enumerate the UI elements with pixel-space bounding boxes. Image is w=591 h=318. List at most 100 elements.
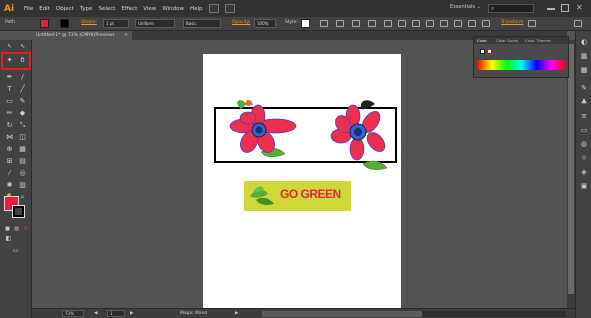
distribute-vertical-icon[interactable] — [482, 20, 490, 27]
eyedropper-tool-icon[interactable]: ⁄ — [5, 169, 14, 177]
vertical-scrollbar[interactable] — [567, 40, 575, 308]
menu-view[interactable]: View — [143, 6, 156, 12]
swatches-panel-icon[interactable]: ▩ — [580, 67, 588, 74]
zoom-tool-icon[interactable]: ⌕ — [18, 193, 27, 201]
type-tool-icon[interactable]: T — [5, 85, 14, 93]
tab-color-themes[interactable]: Color Themes — [525, 38, 551, 43]
zoom-level-dropdown[interactable]: 73% — [62, 310, 84, 317]
color-spectrum-bar[interactable] — [477, 60, 566, 70]
stroke-color-swatch[interactable] — [60, 19, 69, 28]
mesh-tool-icon[interactable]: ⊞ — [5, 157, 14, 165]
maximize-button[interactable] — [561, 4, 569, 12]
pencil-tool-icon[interactable]: ✏ — [5, 109, 14, 117]
distribute-icon[interactable] — [468, 20, 476, 27]
graphic-style-swatch[interactable] — [301, 19, 310, 28]
minimize-button[interactable] — [547, 4, 555, 10]
previous-artboard-button[interactable]: ◀ — [94, 311, 97, 316]
shape-builder-tool-icon[interactable]: ⊕ — [5, 145, 14, 153]
menu-select[interactable]: Select — [98, 6, 115, 12]
arrange-documents-icon[interactable] — [224, 4, 235, 13]
align-bottom-icon[interactable] — [454, 20, 462, 27]
shape-builder-icon[interactable] — [368, 20, 376, 27]
draw-mode-icon[interactable]: ◧ — [4, 235, 13, 243]
opacity-label[interactable]: Opacity: — [232, 20, 251, 25]
layers-panel-icon[interactable]: ◈ — [580, 169, 588, 176]
variable-width-profile-dropdown[interactable]: Uniform — [135, 19, 175, 28]
menu-window[interactable]: Window — [162, 6, 184, 12]
artboard-number-field[interactable]: 1 — [107, 310, 125, 317]
help-search-input[interactable]: ⌕ — [488, 4, 534, 13]
pen-tool-icon[interactable]: ✒ — [5, 73, 14, 81]
align-middle-icon[interactable] — [440, 20, 448, 27]
close-tab-button[interactable]: × — [124, 31, 128, 40]
none-swatch[interactable] — [487, 49, 492, 54]
document-tab[interactable]: Untitled-1* @ 73% (CMYK/Preview) × — [32, 31, 132, 40]
horizontal-scrollbar-thumb[interactable] — [262, 311, 422, 317]
white-swatch[interactable] — [480, 49, 485, 54]
curvature-tool-icon[interactable]: ∕ — [18, 73, 27, 81]
recolor-artwork-icon[interactable] — [320, 20, 328, 27]
fill-color-swatch[interactable] — [40, 19, 49, 28]
status-menu-arrow-icon[interactable]: ▶ — [235, 311, 238, 316]
rectangle-tool-icon[interactable]: ▭ — [5, 97, 14, 105]
blob-brush-tool-icon[interactable]: ◆ — [18, 109, 27, 117]
stroke-color-box[interactable] — [12, 205, 25, 218]
column-graph-tool-icon[interactable]: ▥ — [18, 181, 27, 189]
isolate-object-icon[interactable] — [352, 20, 360, 27]
flower-right[interactable] — [330, 100, 388, 170]
rotate-tool-icon[interactable]: ↻ — [5, 121, 14, 129]
line-tool-icon[interactable]: ╱ — [18, 85, 27, 93]
none-mode-icon[interactable]: ⊘ — [21, 225, 30, 233]
color-panel-icon[interactable]: ◐ — [580, 39, 588, 46]
paintbrush-tool-icon[interactable]: ✎ — [18, 97, 27, 105]
width-tool-icon[interactable]: ⋈ — [5, 133, 14, 141]
lasso-tool-icon[interactable]: ϭ — [18, 56, 27, 64]
stroke-label[interactable]: Stroke: — [81, 20, 97, 25]
selection-tool-icon[interactable]: ↖ — [5, 43, 14, 51]
transform-label[interactable]: Transform — [501, 20, 523, 25]
color-guide-icon[interactable]: ▦ — [580, 53, 588, 60]
stroke-weight-dropdown[interactable]: 1 pt — [103, 19, 129, 28]
artboard[interactable]: GO GREEN — [203, 54, 401, 308]
go-green-banner[interactable]: GO GREEN — [244, 181, 351, 211]
menu-file[interactable]: File — [24, 6, 33, 12]
tab-color[interactable]: Color — [477, 38, 487, 43]
perspective-grid-tool-icon[interactable]: ▦ — [18, 145, 27, 153]
gradient-tool-icon[interactable]: ▤ — [18, 157, 27, 165]
arrange-icon[interactable] — [528, 20, 536, 27]
panel-menu-icon[interactable] — [574, 20, 582, 27]
color-mode-icon[interactable]: ■ — [3, 225, 12, 233]
align-right-icon[interactable] — [412, 20, 420, 27]
screen-mode-icon[interactable]: ▭ — [11, 247, 20, 255]
magic-wand-tool-icon[interactable]: ✦ — [5, 56, 14, 64]
tab-color-guide[interactable]: Color Guide — [496, 38, 518, 43]
transparency-panel-icon[interactable]: ◍ — [580, 141, 588, 148]
blend-tool-icon[interactable]: ◎ — [18, 169, 27, 177]
symbols-panel-icon[interactable]: ♣ — [580, 99, 588, 106]
align-top-icon[interactable] — [426, 20, 434, 27]
symbol-sprayer-tool-icon[interactable]: ✺ — [5, 181, 14, 189]
next-artboard-button[interactable]: ▶ — [130, 311, 133, 316]
direct-selection-tool-icon[interactable]: ⇖ — [18, 43, 27, 51]
bridge-icon[interactable] — [208, 4, 219, 13]
menu-help[interactable]: Help — [190, 6, 203, 12]
horizontal-scrollbar[interactable] — [262, 311, 566, 317]
align-left-icon[interactable] — [384, 20, 392, 27]
gradient-panel-icon[interactable]: ▭ — [580, 127, 588, 134]
brush-definition-dropdown[interactable]: Basic — [183, 19, 221, 28]
workspace-switcher[interactable]: Essentials ⌄ — [450, 4, 481, 10]
artboards-panel-icon[interactable]: ▣ — [580, 183, 588, 190]
align-icon[interactable] — [336, 20, 344, 27]
scale-tool-icon[interactable]: ⤡ — [18, 121, 27, 129]
opacity-dropdown[interactable]: 100% — [254, 19, 276, 28]
free-transform-tool-icon[interactable]: ◫ — [18, 133, 27, 141]
menu-effect[interactable]: Effect — [121, 6, 137, 12]
menu-object[interactable]: Object — [56, 6, 74, 12]
menu-type[interactable]: Type — [80, 6, 93, 12]
menu-edit[interactable]: Edit — [39, 6, 50, 12]
vertical-scrollbar-thumb[interactable] — [568, 44, 574, 294]
stroke-panel-icon[interactable]: ≡ — [580, 113, 588, 120]
appearance-panel-icon[interactable]: ☼ — [580, 155, 588, 162]
gradient-mode-icon[interactable]: ▨ — [12, 225, 21, 233]
close-button[interactable]: ✕ — [576, 4, 584, 12]
